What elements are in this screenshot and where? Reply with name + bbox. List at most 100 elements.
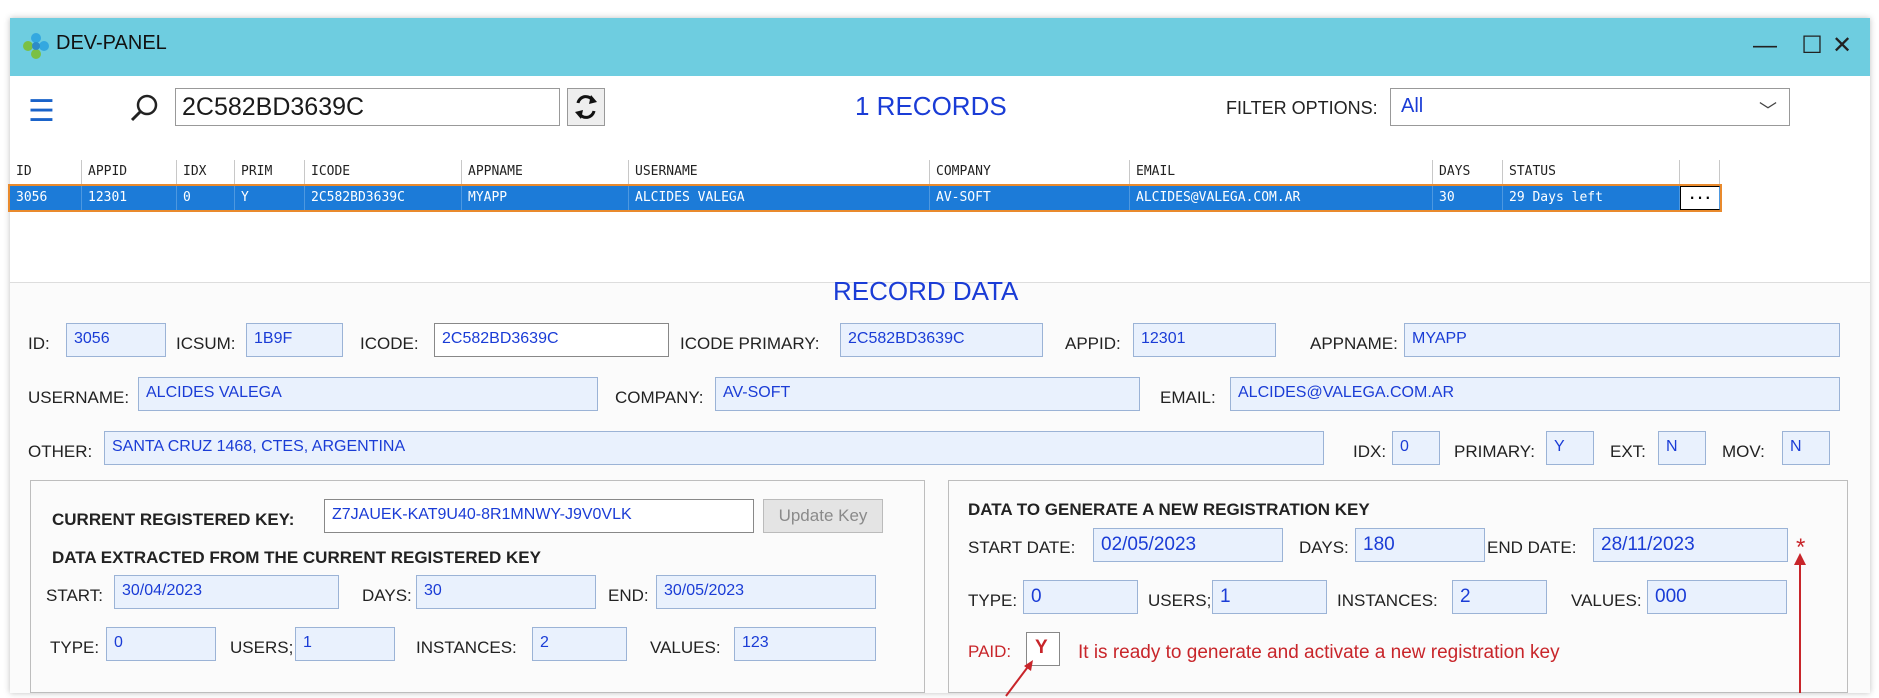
mov-label: MOV: [1722, 442, 1765, 461]
company-field[interactable]: AV-SOFT [715, 377, 1140, 411]
row-action-button[interactable]: ... [1680, 186, 1720, 210]
id-field[interactable]: 3056 [66, 323, 166, 357]
icode-primary-field[interactable]: 2C582BD3639C [840, 323, 1043, 357]
app-logo-icon [23, 33, 49, 59]
icode-field[interactable]: 2C582BD3639C [434, 323, 669, 357]
current-instances-field[interactable]: 2 [532, 627, 627, 661]
icode-label: ICODE: [360, 334, 419, 353]
appid-label: APPID: [1065, 334, 1121, 353]
current-end-field[interactable]: 30/05/2023 [656, 575, 876, 609]
current-type-field[interactable]: 0 [106, 627, 216, 661]
appid-field[interactable]: 12301 [1133, 323, 1276, 357]
extracted-title: DATA EXTRACTED FROM THE CURRENT REGISTER… [52, 548, 541, 567]
appname-label: APPNAME: [1310, 334, 1398, 353]
search-icon[interactable] [128, 92, 162, 126]
column-header-idx[interactable]: IDX [177, 160, 235, 184]
cell-company: AV-SOFT [930, 186, 1130, 210]
window-title: DEV-PANEL [56, 32, 167, 54]
email-label: EMAIL: [1160, 388, 1216, 407]
current-key-field[interactable]: Z7JAUEK-KAT9U40-8R1MNWY-J9V0VLK [324, 499, 754, 533]
records-count: 1 RECORDS [855, 91, 1007, 121]
table-row[interactable]: 3056 12301 0 Y 2C582BD3639C MYAPP ALCIDE… [8, 184, 1722, 212]
appname-field[interactable]: MYAPP [1404, 323, 1840, 357]
username-label: USERNAME: [28, 388, 130, 407]
cell-appname: MYAPP [462, 186, 629, 210]
filter-options-select[interactable]: All ﹀ [1390, 88, 1790, 126]
column-header-prim[interactable]: PRIM [235, 160, 305, 184]
other-label: OTHER: [28, 442, 93, 461]
column-header-action [1680, 160, 1720, 184]
grid-header: ID APPID IDX PRIM ICODE APPNAME USERNAME… [10, 160, 1720, 184]
new-values-field[interactable]: 000 [1647, 580, 1787, 614]
current-users-field[interactable]: 1 [295, 627, 395, 661]
column-header-company[interactable]: COMPANY [930, 160, 1130, 184]
update-key-button[interactable]: Update Key [763, 499, 883, 533]
mov-field[interactable]: N [1782, 431, 1830, 465]
current-values-field[interactable]: 123 [734, 627, 876, 661]
pointer-arrow-icon [1005, 660, 1033, 697]
username-field[interactable]: ALCIDES VALEGA [138, 377, 598, 411]
column-header-appid[interactable]: APPID [82, 160, 177, 184]
current-key-label: CURRENT REGISTERED KEY: [52, 510, 295, 529]
new-type-field[interactable]: 0 [1023, 580, 1138, 614]
column-header-icode[interactable]: ICODE [305, 160, 462, 184]
column-header-days[interactable]: DAYS [1433, 160, 1503, 184]
id-label: ID: [28, 334, 50, 353]
new-start-label: START DATE: [968, 538, 1076, 557]
icsum-label: ICSUM: [176, 334, 236, 353]
new-instances-label: INSTANCES: [1337, 591, 1438, 610]
primary-field[interactable]: Y [1546, 431, 1594, 465]
column-header-status[interactable]: STATUS [1503, 160, 1680, 184]
cell-id: 3056 [10, 186, 82, 210]
new-type-label: TYPE: [968, 591, 1018, 610]
values-label: VALUES: [650, 638, 721, 657]
days-label: DAYS: [362, 586, 412, 605]
minimize-button[interactable]: — [1745, 28, 1785, 64]
chevron-down-icon: ﹀ [1759, 101, 1777, 121]
new-end-field[interactable]: 28/11/2023 [1593, 528, 1788, 562]
current-days-field[interactable]: 30 [416, 575, 596, 609]
cell-days: 30 [1433, 186, 1503, 210]
column-header-appname[interactable]: APPNAME [462, 160, 629, 184]
filter-label: FILTER OPTIONS: [1226, 98, 1378, 118]
cell-username: ALCIDES VALEGA [629, 186, 930, 210]
column-header-id[interactable]: ID [10, 160, 82, 184]
start-label: START: [46, 586, 103, 605]
cell-email: ALCIDES@VALEGA.COM.AR [1130, 186, 1433, 210]
company-label: COMPANY: [615, 388, 704, 407]
icode-primary-label: ICODE PRIMARY: [680, 334, 820, 353]
hamburger-menu-icon[interactable]: ☰ [28, 94, 55, 129]
pointer-arrow-icon [1794, 553, 1806, 693]
record-data-title: RECORD DATA [833, 276, 1019, 306]
app-window: DEV-PANEL — ☐ ✕ ☰ 1 RECORDS FILTER OPTIO… [8, 18, 1870, 697]
ext-label: EXT: [1610, 442, 1646, 461]
cell-idx: 0 [177, 186, 235, 210]
column-header-username[interactable]: USERNAME [629, 160, 930, 184]
column-header-email[interactable]: EMAIL [1130, 160, 1433, 184]
records-grid: ID APPID IDX PRIM ICODE APPNAME USERNAME… [8, 158, 1870, 282]
refresh-icon [575, 95, 597, 119]
email-field[interactable]: ALCIDES@VALEGA.COM.AR [1230, 377, 1840, 411]
new-users-field[interactable]: 1 [1212, 580, 1327, 614]
other-field[interactable]: SANTA CRUZ 1468, CTES, ARGENTINA [104, 431, 1324, 465]
new-start-field[interactable]: 02/05/2023 [1093, 528, 1283, 562]
users-label: USERS; [230, 638, 294, 657]
icsum-field[interactable]: 1B9F [246, 323, 343, 357]
new-days-label: DAYS: [1299, 538, 1349, 557]
cell-status: 29 Days left [1503, 186, 1680, 210]
status-message: It is ready to generate and activate a n… [1078, 642, 1560, 663]
search-input[interactable] [175, 88, 560, 126]
cell-prim: Y [235, 186, 305, 210]
toolbar: ☰ 1 RECORDS FILTER OPTIONS: All ﹀ [10, 76, 1870, 160]
close-button[interactable]: ✕ [1822, 28, 1862, 64]
title-bar[interactable]: DEV-PANEL — ☐ ✕ [10, 18, 1870, 76]
current-start-field[interactable]: 30/04/2023 [114, 575, 339, 609]
new-instances-field[interactable]: 2 [1452, 580, 1547, 614]
new-users-label: USERS; [1148, 591, 1212, 610]
ext-field[interactable]: N [1658, 431, 1706, 465]
new-days-field[interactable]: 180 [1355, 528, 1485, 562]
end-label: END: [608, 586, 649, 605]
refresh-button[interactable] [567, 88, 605, 126]
new-end-label: END DATE: [1487, 538, 1577, 557]
idx-field[interactable]: 0 [1392, 431, 1440, 465]
